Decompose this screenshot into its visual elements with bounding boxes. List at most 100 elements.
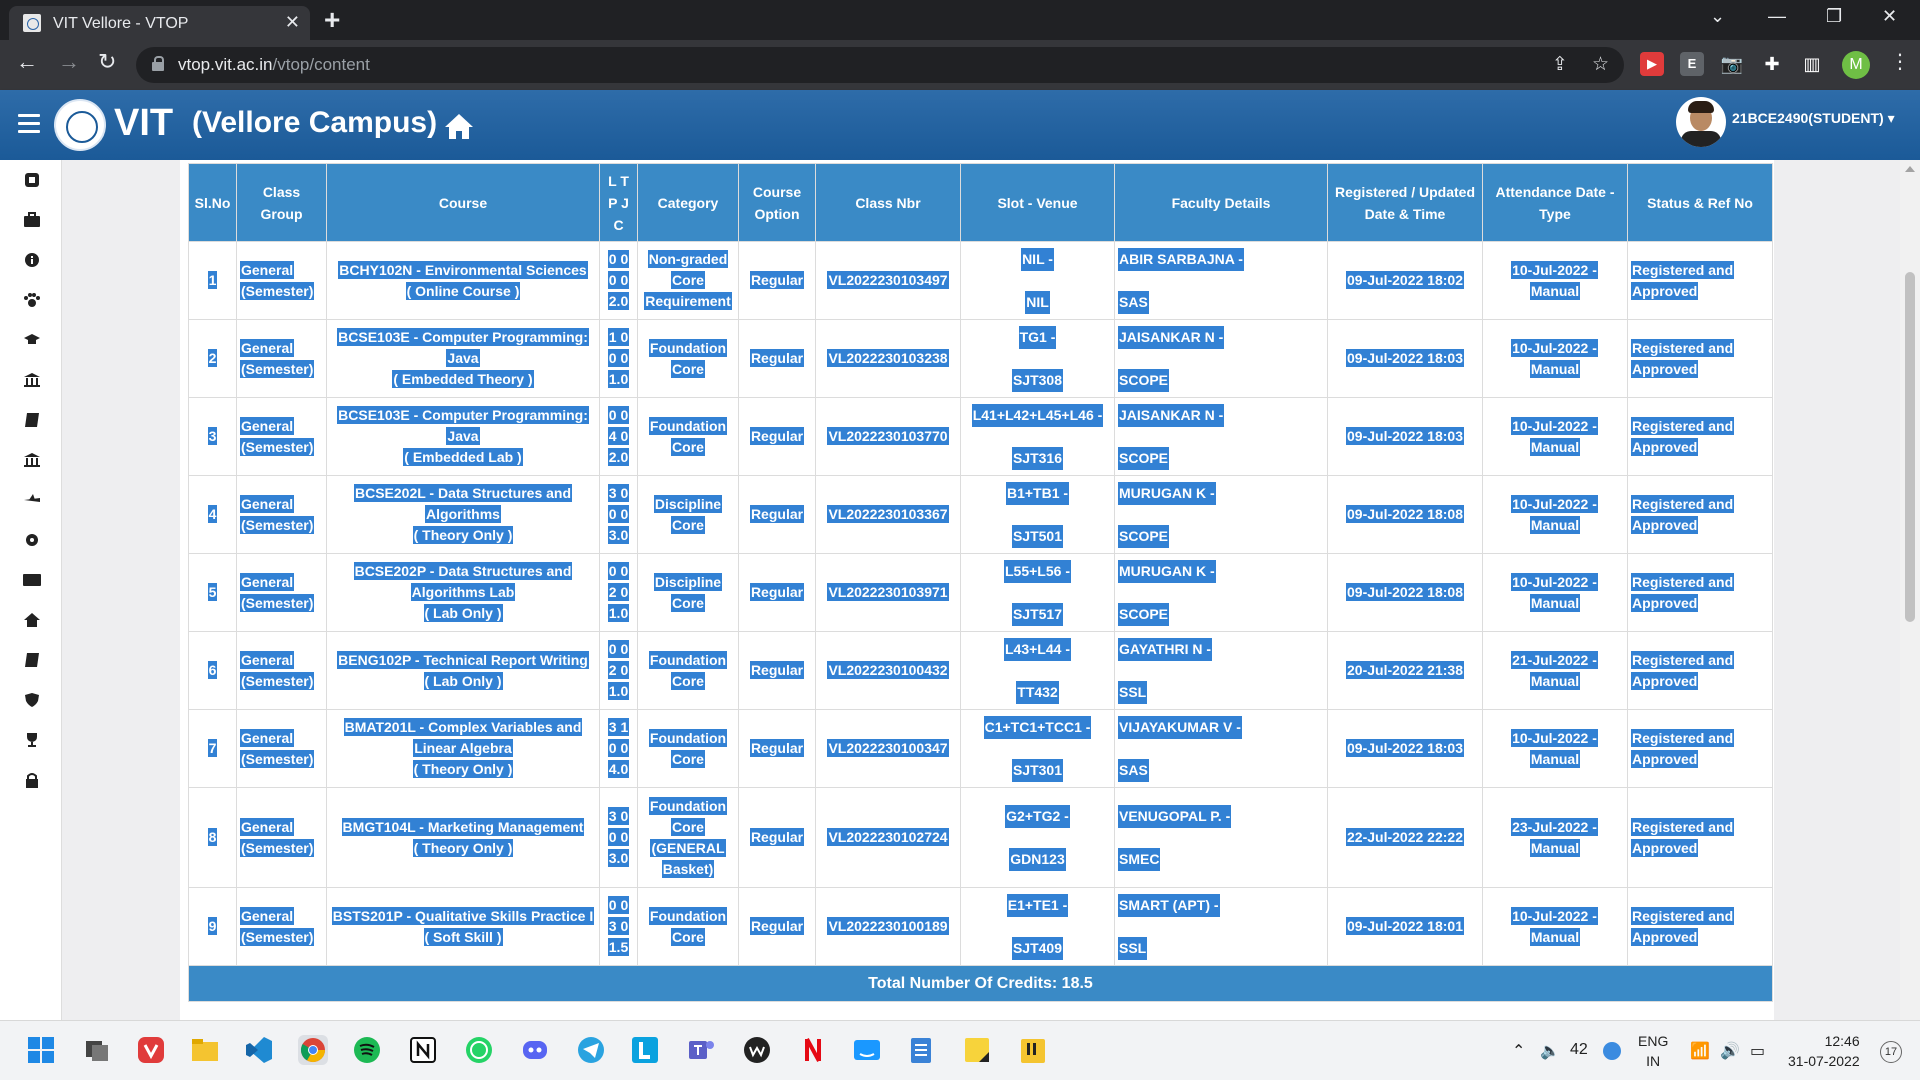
speaker-icon[interactable]: 🔊	[1720, 1041, 1740, 1061]
faculty-school: SCOPE	[1118, 446, 1170, 470]
venue: SJT301	[1011, 758, 1064, 782]
telegram-icon[interactable]	[576, 1035, 606, 1065]
reload-button[interactable]: ↻	[98, 49, 116, 75]
institution-icon[interactable]	[23, 372, 41, 388]
trophy-icon[interactable]	[23, 732, 41, 748]
battery-icon[interactable]: ▭	[1750, 1041, 1765, 1061]
tab-search-icon[interactable]: ⌄	[1710, 6, 1725, 27]
shield-icon[interactable]	[23, 692, 41, 708]
paw-icon[interactable]	[23, 292, 41, 308]
faculty-cell: JAISANKAR N - SCOPE	[1114, 319, 1328, 398]
sl-cell: 1	[188, 241, 237, 320]
course-option-cell: Regular	[738, 319, 816, 398]
forward-button[interactable]: →	[58, 49, 80, 75]
restore-button[interactable]: ❐	[1826, 6, 1842, 27]
close-window-button[interactable]: ✕	[1882, 6, 1897, 27]
wakatime-icon[interactable]	[742, 1035, 772, 1065]
student-avatar[interactable]	[1676, 97, 1726, 147]
ltpjc-value: 1 0 0 0 1.0	[607, 328, 630, 388]
course-option: Regular	[749, 828, 805, 846]
profile-avatar[interactable]: M	[1842, 51, 1870, 79]
vivaldi-icon[interactable]	[136, 1035, 166, 1065]
course-row: 2 General (Semester) BCSE103E - Computer P…	[188, 319, 1773, 398]
faculty-name: VIJAYAKUMAR V -	[1118, 715, 1242, 739]
discord-icon[interactable]	[520, 1035, 550, 1065]
teams-icon[interactable]	[686, 1035, 716, 1065]
briefcase-icon[interactable]	[23, 212, 41, 228]
graduation-cap-icon[interactable]	[23, 332, 41, 348]
netflix-icon[interactable]	[798, 1035, 828, 1065]
minimize-button[interactable]: —	[1768, 6, 1786, 27]
whatsapp-icon[interactable]	[464, 1035, 494, 1065]
new-tab-button[interactable]: +	[324, 4, 340, 36]
plane-icon[interactable]	[23, 492, 41, 508]
course-cell: BCHY102N - Environmental Sciences ( Onlin…	[326, 241, 600, 320]
notebook-icon[interactable]	[23, 652, 41, 668]
share-icon[interactable]: ⇪	[1552, 53, 1568, 76]
volume-tray-icon[interactable]: 🔈	[1540, 1041, 1560, 1061]
scroll-up-icon[interactable]	[1905, 166, 1915, 172]
course-option-cell: Regular	[738, 397, 816, 476]
course-row: 8 General (Semester) BMGT104L - Marketing …	[188, 787, 1773, 888]
book-icon[interactable]	[23, 412, 41, 428]
attendance-date-type: 10-Jul-2022 - Manual	[1511, 494, 1598, 534]
weather-icon[interactable]	[1602, 1041, 1622, 1061]
info-icon[interactable]	[23, 252, 41, 268]
lock-icon[interactable]	[152, 56, 164, 71]
back-button[interactable]: ←	[16, 49, 38, 75]
e-extension-icon[interactable]: E	[1680, 52, 1704, 76]
chrome-icon[interactable]	[298, 1035, 328, 1065]
slot: NIL -	[1021, 247, 1054, 271]
wifi-icon[interactable]: 📶	[1690, 1041, 1710, 1061]
brand-name: VIT	[114, 102, 174, 144]
notepad-icon[interactable]	[906, 1035, 936, 1065]
l-app-icon[interactable]	[630, 1035, 660, 1065]
bank-icon[interactable]	[23, 452, 41, 468]
bookmark-star-icon[interactable]: ☆	[1592, 53, 1609, 76]
lock-rail-icon[interactable]	[23, 772, 41, 788]
task-view-icon[interactable]	[82, 1035, 112, 1065]
faculty-school: SSL	[1118, 680, 1148, 704]
ltpjc-cell: 0 0 3 0 1.5	[599, 887, 638, 966]
prime-video-icon[interactable]	[852, 1035, 882, 1065]
extensions-puzzle-icon[interactable]: ✚	[1760, 52, 1784, 76]
windows-start-icon[interactable]	[26, 1035, 56, 1065]
user-dropdown[interactable]: 21BCE2490(STUDENT) ▾	[1732, 110, 1895, 127]
notion-icon[interactable]	[408, 1035, 438, 1065]
system-clock[interactable]: 12:46 31-07-2022	[1788, 1031, 1860, 1071]
close-tab-icon[interactable]: ✕	[285, 12, 300, 33]
class-number: VL2022230103367	[827, 505, 949, 523]
spotify-icon[interactable]	[352, 1035, 382, 1065]
player-app-icon[interactable]	[1018, 1035, 1048, 1065]
file-explorer-icon[interactable]	[190, 1035, 220, 1065]
notification-count[interactable]: 17	[1880, 1041, 1902, 1063]
class-group: General (Semester)	[240, 906, 315, 946]
browser-tab[interactable]: VIT Vellore - VTOP ✕	[9, 6, 310, 40]
tray-chevron-icon[interactable]: ⌃	[1512, 1041, 1525, 1061]
vscode-icon[interactable]	[244, 1035, 274, 1065]
status-ref: Registered and Approved	[1631, 338, 1735, 378]
temperature-reading[interactable]: 42	[1570, 1041, 1588, 1059]
home-icon[interactable]	[444, 112, 474, 140]
sticky-notes-icon[interactable]	[962, 1035, 992, 1065]
language-indicator[interactable]: ENG IN	[1638, 1031, 1668, 1071]
registered-courses-table: Sl.No Class Group Course L T P J C Categ…	[188, 163, 1773, 1002]
home-rail-icon[interactable]	[23, 612, 41, 628]
chrome-menu-icon[interactable]: ⋮	[1890, 49, 1910, 74]
page-scrollbar[interactable]	[1900, 160, 1920, 1020]
course-cell: BSTS201P - Qualitative Skills Practice I…	[326, 887, 600, 966]
visa-card-icon[interactable]	[23, 572, 41, 588]
menu-hamburger-icon[interactable]	[18, 114, 40, 134]
category: Discipline Core	[653, 494, 723, 534]
gear-icon[interactable]	[23, 532, 41, 548]
side-panel-icon[interactable]: ▥	[1800, 52, 1824, 76]
address-bar[interactable]: vtop.vit.ac.in/vtop/content ⇪ ☆	[136, 47, 1624, 83]
status-cell: Registered and Approved	[1627, 787, 1773, 888]
ltpjc-cell: 3 1 0 0 4.0	[599, 709, 638, 788]
language-code: ENG	[1638, 1033, 1669, 1049]
youtube-extension-icon[interactable]: ▶	[1640, 52, 1664, 76]
faculty-name: JAISANKAR N -	[1118, 325, 1225, 349]
scroll-thumb[interactable]	[1905, 272, 1915, 622]
camera-extension-icon[interactable]: 📷	[1720, 52, 1744, 76]
phone-icon[interactable]	[23, 172, 41, 188]
